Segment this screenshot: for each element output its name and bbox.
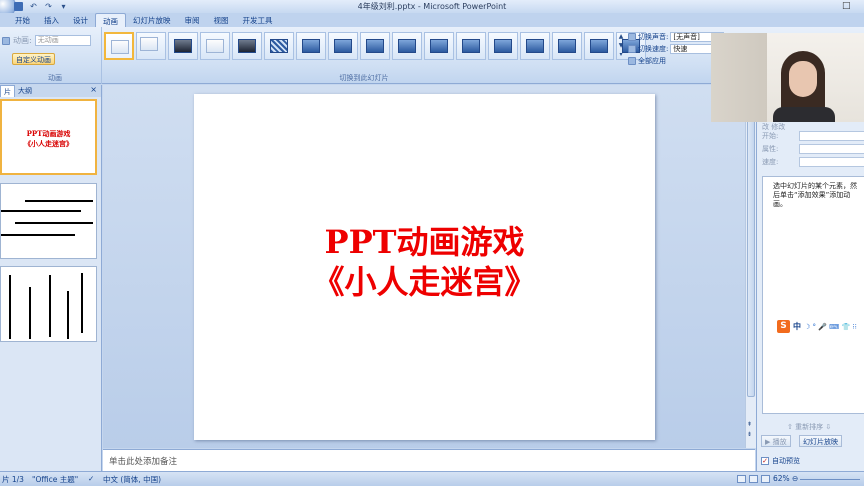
transition-uncover-down[interactable] <box>488 32 518 60</box>
thumb-title-line1: PPT动画游戏 <box>26 129 71 138</box>
slide-scrollbar[interactable]: ⇞ ⇟ <box>745 85 756 448</box>
custom-animation-button[interactable]: 自定义动画 <box>12 53 55 65</box>
autopreview-checkbox[interactable]: ✓ <box>761 457 769 465</box>
normal-view-icon[interactable] <box>737 475 746 483</box>
animation-hint: 选中幻灯片的某个元素，然后单击“添加效果”添加动画。 <box>773 182 857 208</box>
slide-title[interactable]: PPT动画游戏 《小人走迷宫》 <box>194 222 655 302</box>
webcam-overlay <box>711 33 864 122</box>
property-select[interactable] <box>799 144 864 154</box>
current-slide[interactable]: PPT动画游戏 《小人走迷宫》 <box>194 94 655 440</box>
transition-cut-black[interactable] <box>232 32 262 60</box>
tab-review[interactable]: 审阅 <box>178 13 207 27</box>
tab-developer[interactable]: 开发工具 <box>236 13 280 27</box>
transition-wipe-right[interactable] <box>360 32 390 60</box>
zoom-out-icon[interactable]: ⊖ <box>792 474 798 483</box>
tab-home[interactable]: 开始 <box>8 13 37 27</box>
ime-tools[interactable]: ☽ ° 🎤 ⌨ 👕 ⁝⁝ <box>804 323 857 331</box>
slides-panel: 片 大纲 × PPT动画游戏 《小人走迷宫》 <box>0 85 102 471</box>
animations-group: 动画: 无动画 自定义动画 动画 <box>0 27 102 84</box>
start-select[interactable] <box>799 131 864 141</box>
notes-pane[interactable]: 单击此处添加备注 <box>103 449 755 471</box>
animations-group-label: 动画 <box>48 74 62 82</box>
slide-show-view-icon[interactable] <box>761 475 770 483</box>
play-button[interactable]: ▶ 播放 <box>761 435 791 447</box>
spell-check-icon[interactable]: ✓ <box>88 474 94 483</box>
move-up-icon[interactable]: ⇧ <box>787 423 793 431</box>
language[interactable]: 中文 (简体, 中国) <box>103 474 161 485</box>
transition-none[interactable] <box>104 32 134 60</box>
slide-count: 片 1/3 <box>2 475 24 484</box>
animate-label: 动画: <box>13 36 32 45</box>
transition-wipe-left[interactable] <box>328 32 358 60</box>
property-label: 属性: <box>762 145 779 153</box>
gallery-more-icon[interactable]: ▾ <box>617 50 625 59</box>
previous-slide-icon[interactable]: ⇞ <box>747 421 752 428</box>
slide-sorter-icon[interactable] <box>749 475 758 483</box>
animate-select[interactable]: 无动画 <box>34 35 91 46</box>
move-down-icon[interactable]: ⇩ <box>825 423 831 431</box>
reorder-label: ⇧ 重新排序 ⇩ <box>787 423 832 431</box>
transition-wipe-down[interactable] <box>296 32 326 60</box>
zoom-level[interactable]: 62% <box>773 474 790 483</box>
transition-speed-label: 切换速度: <box>638 45 669 53</box>
transition-uncover-left[interactable] <box>520 32 550 60</box>
animation-list[interactable]: 选中幻灯片的某个元素，然后单击“添加效果”添加动画。 S 中 ☽ ° 🎤 ⌨ 👕… <box>762 176 864 414</box>
status-bar: 片 1/3 "Office 主题" ✓ 中文 (简体, 中国) 62% ⊖ <box>0 471 864 486</box>
apply-all-icon <box>628 57 636 65</box>
apply-to-all-button[interactable]: 全部应用 <box>638 56 666 66</box>
scrollbar-thumb[interactable] <box>747 87 755 397</box>
chevron-down-icon[interactable]: ▼ <box>617 41 625 50</box>
transition-options: 切换声音: [无声音] 切换速度: 快速 全部应用 <box>628 31 725 67</box>
tab-animations[interactable]: 动画 <box>95 13 126 27</box>
next-slide-icon[interactable]: ⇟ <box>747 431 752 438</box>
tab-slides[interactable]: 片 <box>0 85 15 97</box>
transition-wipe-up[interactable] <box>392 32 422 60</box>
transition-dissolve[interactable] <box>264 32 294 60</box>
tab-design[interactable]: 设计 <box>66 13 95 27</box>
start-label: 开始: <box>762 132 779 140</box>
close-icon[interactable]: × <box>90 85 97 94</box>
tab-outline[interactable]: 大纲 <box>15 85 35 97</box>
speed-icon <box>628 45 636 53</box>
ribbon-tabs: 开始 插入 设计 动画 幻灯片放映 审阅 视图 开发工具 <box>0 13 864 27</box>
autopreview: ✓ 自动预览 <box>761 456 800 466</box>
slide-title-line1: PPT动画游戏 <box>324 223 525 261</box>
speed-label: 速度: <box>762 158 779 166</box>
tab-insert[interactable]: 插入 <box>37 13 66 27</box>
zoom-slider[interactable] <box>800 479 860 480</box>
slide-thumbnail-1[interactable]: PPT动画游戏 《小人走迷宫》 <box>0 99 97 175</box>
preview-icon[interactable] <box>2 36 10 45</box>
sogou-icon[interactable]: S <box>777 320 790 333</box>
transition-fade-black[interactable] <box>168 32 198 60</box>
theme-name: "Office 主题" <box>32 475 79 484</box>
transition-uncover-up[interactable] <box>584 32 614 60</box>
transition-group-label: 切换到此幻灯片 <box>339 74 389 82</box>
custom-animation-pane: 改 修改 开始: 属性: 速度: 选中幻灯片的某个元素，然后单击“添加效果”添加… <box>756 122 864 471</box>
slide-title-line2: 《小人走迷宫》 <box>312 263 537 301</box>
thumb-title-line2: 《小人走迷宫》 <box>24 139 73 148</box>
restore-icon[interactable]: □ <box>842 1 851 11</box>
transition-uncover-right[interactable] <box>552 32 582 60</box>
slide-thumbnail-2[interactable] <box>0 183 97 259</box>
transition-split-in[interactable] <box>424 32 454 60</box>
transition-cut[interactable] <box>200 32 230 60</box>
sound-icon <box>628 33 636 41</box>
transition-gallery <box>104 32 646 60</box>
gallery-scroll[interactable]: ▲ ▼ ▾ <box>617 32 625 60</box>
speed-select[interactable] <box>799 157 864 167</box>
transition-fade-smoothly[interactable] <box>136 32 166 60</box>
slide-thumbnail-3[interactable] <box>0 266 97 342</box>
window-title: 4年级刘利.pptx - Microsoft PowerPoint <box>357 2 507 11</box>
tab-slide-show[interactable]: 幻灯片放映 <box>126 13 178 27</box>
transition-split-out[interactable] <box>456 32 486 60</box>
ime-toolbar[interactable]: S 中 ☽ ° 🎤 ⌨ 👕 ⁝⁝ <box>777 320 857 333</box>
title-bar: ↶ ↷ ▾ 4年级刘利.pptx - Microsoft PowerPoint … <box>0 0 864 18</box>
slide-show-button[interactable]: 幻灯片放映 <box>799 435 842 447</box>
slide-editor: PPT动画游戏 《小人走迷宫》 <box>103 85 746 448</box>
tab-view[interactable]: 视图 <box>207 13 236 27</box>
ime-mode[interactable]: 中 <box>793 321 801 332</box>
chevron-up-icon[interactable]: ▲ <box>617 32 625 41</box>
autopreview-label: 自动预览 <box>772 457 800 465</box>
transition-sound-label: 切换声音: <box>638 33 669 41</box>
